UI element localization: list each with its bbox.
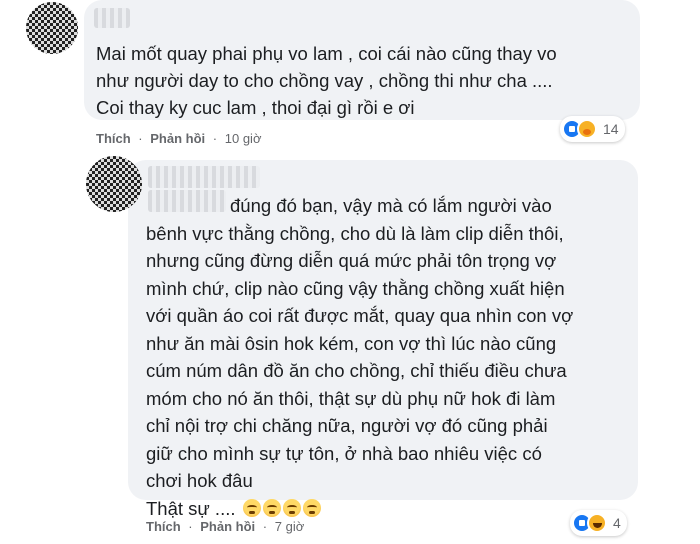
reply-line: mình chứ, clip nào cũng vậy thằng chồng … xyxy=(146,277,565,299)
reply-link[interactable]: Phản hồi xyxy=(150,131,205,146)
replier-avatar[interactable] xyxy=(86,156,142,212)
replier-name-redacted[interactable] xyxy=(148,166,260,188)
reply-link[interactable]: Phản hồi xyxy=(200,519,255,534)
reply-line: đúng đó bạn, vậy mà có lắm người vào xyxy=(230,195,552,216)
comment-text: Mai mốt quay phai phụ vo lam , coi cái n… xyxy=(96,40,557,121)
reply-line: với quần áo coi rất được mắt, quay qua n… xyxy=(146,305,574,326)
reply-last-line-text: Thật sự .... xyxy=(146,497,236,519)
sad-face-icon xyxy=(242,498,261,517)
separator: · xyxy=(262,519,268,534)
reaction-summary[interactable]: 14 xyxy=(560,116,625,142)
reply-last-line: Thật sự .... xyxy=(146,495,573,523)
separator: · xyxy=(138,131,143,146)
sad-face-icon xyxy=(262,498,281,517)
reply-timestamp[interactable]: 7 giờ xyxy=(275,519,305,534)
like-link[interactable]: Thích xyxy=(96,131,131,146)
comment-line: Mai mốt quay phai phụ vo lam , coi cái n… xyxy=(96,43,557,64)
commenter-name-redacted[interactable] xyxy=(94,8,130,28)
reply-line: bênh vực thằng chồng, cho dù là làm clip… xyxy=(146,222,564,244)
comment-actions: Thích · Phản hồi · 10 giờ xyxy=(96,131,261,146)
haha-icon xyxy=(587,513,607,533)
reply-line: móm cho nó ăn thôi, thật sự dù phụ nữ ho… xyxy=(146,387,556,409)
sad-face-icon xyxy=(302,498,321,517)
reaction-summary[interactable]: 4 xyxy=(570,510,627,536)
sad-face-icon xyxy=(282,498,301,517)
comment-line: Coi thay ky cuc lam , thoi đại gì rồi e … xyxy=(96,97,415,118)
like-link[interactable]: Thích xyxy=(146,519,181,534)
reply-line: giữ cho mình sự tự tôn, ở nhà bao nhiêu … xyxy=(146,442,542,464)
comment-timestamp[interactable]: 10 giờ xyxy=(225,131,262,146)
commenter-avatar[interactable] xyxy=(26,2,78,54)
separator: · xyxy=(212,131,218,146)
reaction-count: 14 xyxy=(603,121,619,137)
reply-line: nhưng cũng đừng diễn quá mức phải tôn tr… xyxy=(146,250,557,271)
care-icon xyxy=(577,119,597,139)
separator: · xyxy=(188,519,193,534)
reply-line: chơi hok đâu xyxy=(146,470,253,491)
comment-line: như người day to cho chồng vay , chồng t… xyxy=(96,70,553,91)
reply-line: cúm núm dân đồ ăn cho chồng, chỉ thiếu đ… xyxy=(146,360,567,381)
reaction-count: 4 xyxy=(613,515,621,531)
reply-line: chỉ nội trợ chi chăng nữa, người vợ đó c… xyxy=(146,415,548,436)
reply-line: như ăn mài ôsin hok kém, con vợ thì lúc … xyxy=(146,332,557,354)
reply-actions: Thích · Phản hồi · 7 giờ xyxy=(146,519,304,534)
reply-text: đúng đó bạn, vậy mà có lắm người vào bên… xyxy=(146,192,573,522)
